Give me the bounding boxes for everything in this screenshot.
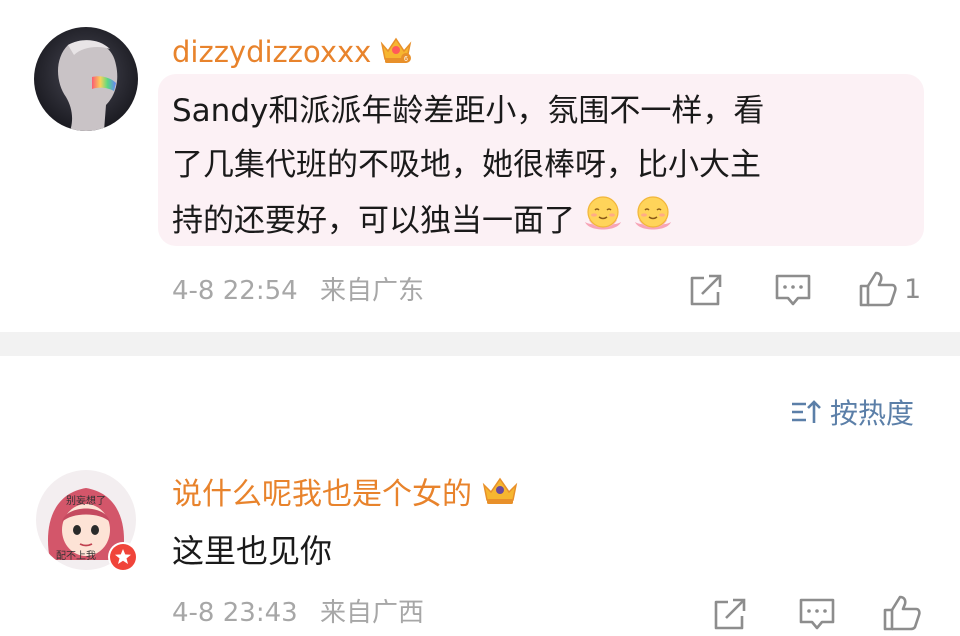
comment-icon: [799, 598, 835, 630]
like-button[interactable]: 1: [858, 270, 921, 308]
section-divider: [0, 332, 960, 356]
comment-location: 来自广西: [319, 598, 424, 628]
comment-meta: 4-8 23:43 来自广西: [172, 597, 424, 629]
svg-text:配不上我: 配不上我: [56, 550, 96, 562]
smiling-lotus-emoji: [631, 192, 675, 253]
comment-item: 别妄想了 配不上我 说什么呢我也是个女的 这里也见你 4-8 23:43 来自广…: [0, 0, 960, 631]
like-count: 1: [904, 273, 922, 305]
star-badge-icon: [110, 544, 136, 570]
comment-icon: [775, 274, 811, 306]
svg-text:别妄想了: 别妄想了: [66, 494, 106, 507]
username[interactable]: 说什么呢我也是个女的: [172, 475, 520, 516]
comment-button[interactable]: [774, 272, 812, 308]
like-button[interactable]: [882, 594, 922, 632]
crown-badge-icon: [480, 475, 520, 516]
sort-label: 按热度: [830, 397, 915, 430]
share-icon: [714, 598, 746, 630]
verified-badge: [108, 542, 138, 572]
sort-icon: [792, 400, 821, 423]
comment-text: 这里也见你: [172, 532, 333, 570]
share-icon: [690, 274, 722, 306]
comment-date: 4-8 23:43: [172, 598, 298, 628]
comment-location: 来自广东: [319, 276, 424, 306]
comment-meta: 4-8 22:54 来自广东: [172, 275, 424, 307]
share-button[interactable]: [712, 596, 748, 632]
sort-by-hot-button[interactable]: 按热度: [790, 392, 914, 432]
thumbs-up-icon: [883, 595, 921, 631]
comment-button[interactable]: [798, 596, 836, 632]
thumbs-up-icon: [859, 271, 897, 307]
smiling-lotus-emoji: [581, 192, 625, 253]
comment-date: 4-8 22:54: [172, 276, 298, 306]
share-button[interactable]: [688, 272, 724, 308]
